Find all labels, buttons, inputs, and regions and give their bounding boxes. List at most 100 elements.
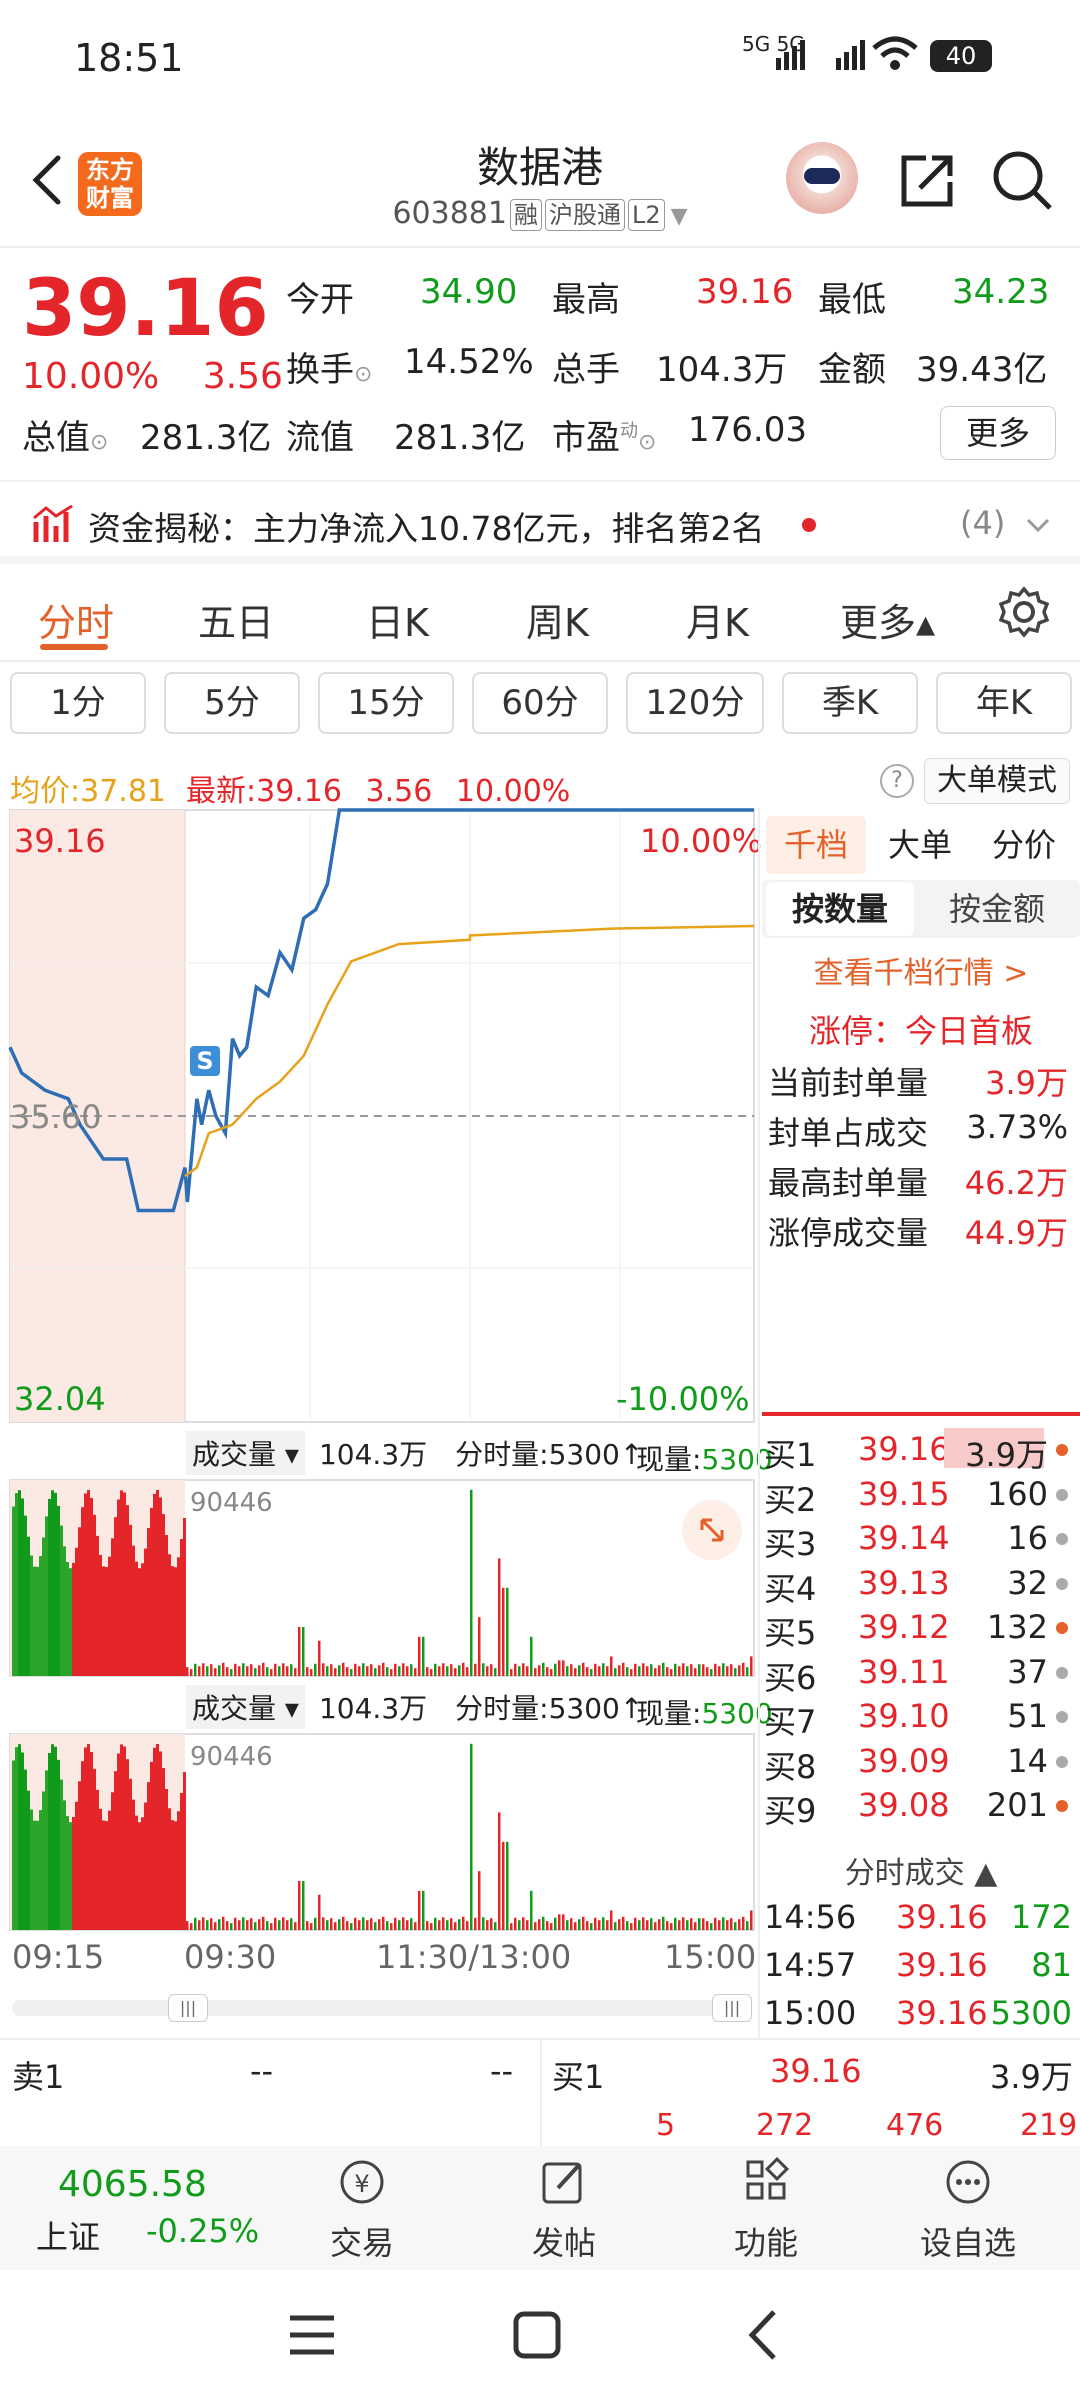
tab-price-dist[interactable]: 分价 xyxy=(974,816,1074,874)
by-amount-button[interactable]: 按金额 xyxy=(922,882,1072,936)
tab-daily-k[interactable]: 日K xyxy=(366,592,429,647)
volume-bar xyxy=(338,1919,341,1930)
volume-bar xyxy=(606,1920,609,1930)
volume-bar xyxy=(622,1916,625,1930)
interval-15min[interactable]: 15分 xyxy=(318,672,454,734)
volume-bar xyxy=(458,1665,461,1676)
interval-60min[interactable]: 60分 xyxy=(472,672,608,734)
volume-bar xyxy=(202,1917,205,1930)
tab-monthly-k[interactable]: 月K xyxy=(686,592,749,647)
high-value: 39.16 xyxy=(696,272,794,312)
interval-year-k[interactable]: 年K xyxy=(936,672,1072,734)
volume-selector[interactable]: 成交量 ▾ xyxy=(186,1431,305,1475)
tab-depth[interactable]: 千档 xyxy=(766,816,866,874)
tab-five-day[interactable]: 五日 xyxy=(198,592,274,647)
volume-bar xyxy=(33,1566,36,1676)
volume-bar xyxy=(286,1920,289,1930)
nav-trade[interactable]: ¥ 交易 xyxy=(292,2156,432,2264)
interval-5min[interactable]: 5分 xyxy=(164,672,300,734)
volume-bar xyxy=(598,1920,601,1930)
volume-bar xyxy=(330,1918,333,1930)
volume-bar xyxy=(298,1881,301,1930)
volume-bar xyxy=(171,1566,174,1676)
info-icon[interactable]: ⊙ xyxy=(354,362,372,387)
volume-bar xyxy=(165,1535,168,1676)
volume-bar xyxy=(670,1923,673,1930)
scroll-handle-left[interactable]: ||| xyxy=(168,1994,208,2022)
open-value: 34.90 xyxy=(420,272,518,312)
compose-icon xyxy=(542,2162,582,2204)
search-icon[interactable] xyxy=(990,148,1054,212)
volume-bar xyxy=(238,1666,241,1676)
dropdown-icon[interactable]: ▼ xyxy=(671,204,688,229)
info-icon[interactable]: ⊙ xyxy=(90,430,108,455)
more-button[interactable]: 更多 xyxy=(940,406,1056,460)
back-icon[interactable] xyxy=(744,2308,784,2362)
volume-bar xyxy=(562,1914,565,1930)
bid-volume: 32 xyxy=(1007,1563,1048,1602)
volume-label: 总手 xyxy=(552,350,620,390)
nav-watchlist[interactable]: 设自选 xyxy=(898,2156,1038,2264)
intraday-chart-area: 39.16 35.60 32.04 10.00% -10.00% S 成交量 ▾… xyxy=(0,808,1080,2038)
volume-bar xyxy=(298,1627,301,1676)
interval-1min[interactable]: 1分 xyxy=(10,672,146,734)
settings-gear-icon[interactable] xyxy=(998,586,1050,638)
view-depth-link[interactable]: 查看千档行情 > xyxy=(762,948,1080,992)
volume-bar xyxy=(374,1922,377,1930)
volume-bar xyxy=(144,1548,147,1676)
volume-bar xyxy=(21,1752,24,1930)
tick-volume: 5300 xyxy=(990,1994,1072,2032)
by-quantity-button[interactable]: 按数量 xyxy=(766,882,914,936)
low-value: 34.23 xyxy=(952,272,1050,312)
stock-header: 东方 财富 数据港 603881 融沪股通 L2 ▼ xyxy=(0,120,1080,248)
volume-bar xyxy=(474,1663,477,1676)
volume-bar xyxy=(542,1662,545,1676)
bid-level-label: 买2 xyxy=(764,1480,817,1519)
nav-functions[interactable]: 功能 xyxy=(696,2156,836,2264)
tick-trades-title[interactable]: 分时成交 ▲ xyxy=(762,1848,1080,1892)
volume-bar xyxy=(726,1920,729,1930)
battery-level: 40 xyxy=(945,42,977,70)
fund-flow-text: 资金揭秘：主力净流入10.78亿元，排名第2名 xyxy=(88,509,765,548)
tab-intraday[interactable]: 分时 xyxy=(38,592,114,647)
tab-more[interactable]: 更多▴ xyxy=(840,592,935,647)
tag-connect: 沪股通 xyxy=(544,199,625,231)
help-icon[interactable]: ? xyxy=(880,764,914,798)
volume-bar xyxy=(494,1668,497,1676)
s-signal-marker[interactable]: S xyxy=(190,1046,220,1076)
queue-item: 219 xyxy=(1020,2108,1078,2143)
volume-bar xyxy=(742,1916,745,1930)
tab-weekly-k[interactable]: 周K xyxy=(526,592,589,647)
scroll-handle-right[interactable]: ||| xyxy=(712,1994,752,2022)
volume-bar xyxy=(706,1921,709,1930)
fund-flow-banner[interactable]: 资金揭秘：主力净流入10.78亿元，排名第2名 (4) xyxy=(0,480,1080,564)
nav-post[interactable]: 发帖 xyxy=(494,2156,634,2264)
price-chart-svg[interactable] xyxy=(0,808,760,2038)
volume-selector[interactable]: 成交量 ▾ xyxy=(186,1685,305,1729)
chart-scroll-track[interactable] xyxy=(12,2000,752,2016)
volume-bar xyxy=(278,1920,281,1930)
big-order-mode-button[interactable]: 大单模式 xyxy=(924,758,1070,804)
volume-bar xyxy=(306,1667,309,1676)
amount-label: 金额 xyxy=(818,350,886,390)
menu-icon[interactable] xyxy=(286,2310,338,2360)
tab-big-orders[interactable]: 大单 xyxy=(870,816,970,874)
volume-bar xyxy=(534,1668,537,1676)
volume-bar xyxy=(714,1917,717,1930)
info-icon[interactable]: ⊙ xyxy=(638,430,656,455)
volume-bar xyxy=(422,1890,425,1930)
expand-icon[interactable] xyxy=(682,1500,742,1560)
tick-volume: 81 xyxy=(1031,1946,1072,1984)
volume-bar xyxy=(654,1922,657,1930)
assistant-robot-icon[interactable] xyxy=(786,142,858,214)
share-icon[interactable] xyxy=(896,148,960,212)
volume-bar xyxy=(234,1917,237,1930)
interval-quarter-k[interactable]: 季K xyxy=(782,672,918,734)
volume-bar xyxy=(198,1666,201,1676)
home-square-icon[interactable] xyxy=(510,2308,566,2362)
interval-120min[interactable]: 120分 xyxy=(626,672,764,734)
volume-bar xyxy=(190,1923,193,1930)
latest-price: 最新:39.16 3.56 10.00% xyxy=(186,774,571,809)
index-widget[interactable]: 4065.58 上证 -0.25% xyxy=(0,2146,259,2270)
volume-bar xyxy=(382,1916,385,1930)
